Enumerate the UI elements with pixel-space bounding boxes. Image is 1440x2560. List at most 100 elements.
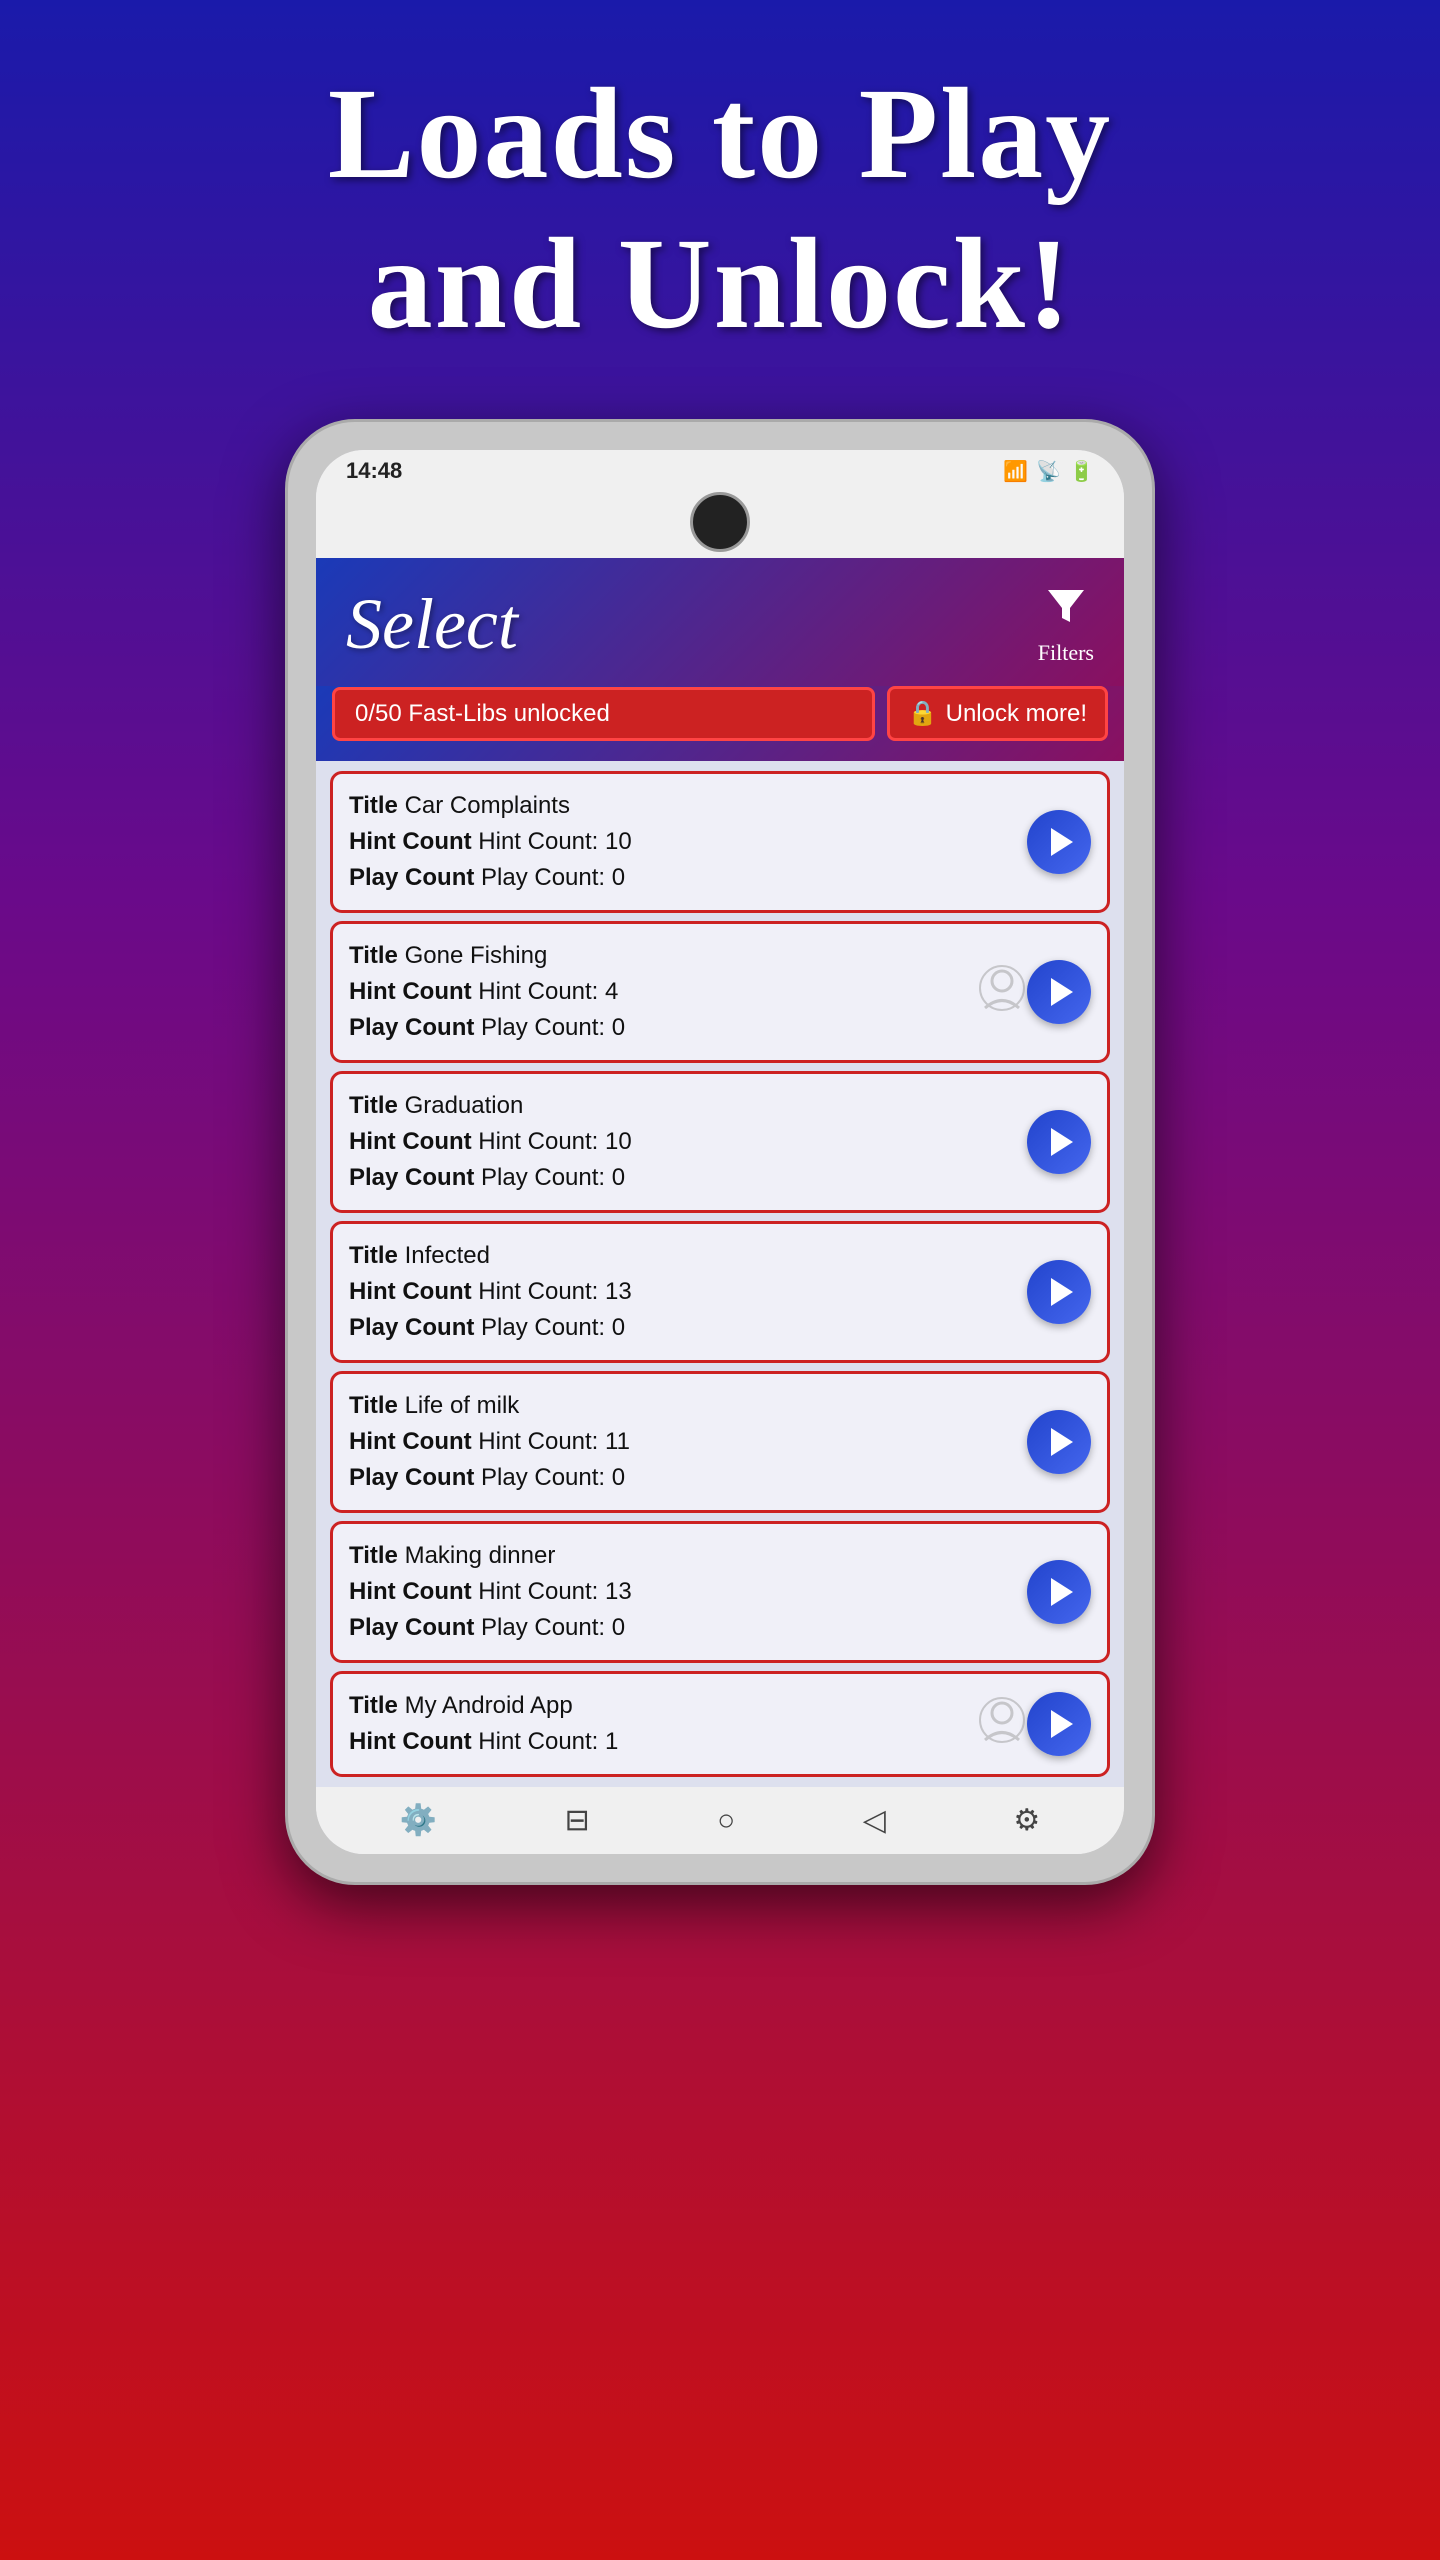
title-label: Title [349, 1692, 398, 1719]
card-title-row: Title Gone Fishing [349, 938, 1017, 974]
list-item: Title GraduationHint Count Hint Count: 1… [330, 1071, 1110, 1213]
card-title-row: Title My Android App [349, 1688, 1017, 1724]
play-button[interactable] [1027, 1410, 1091, 1474]
card-title-row: Title Graduation [349, 1088, 1017, 1124]
status-bar: 14:48 📶 📡 🔋 [316, 450, 1124, 492]
play-triangle-icon [1051, 978, 1073, 1006]
play-triangle-icon [1051, 1710, 1073, 1738]
filter-button[interactable]: Filters [1038, 582, 1094, 666]
fast-libs-badge: 0/50 Fast-Libs unlocked [332, 687, 875, 741]
signal-icon: 📡 [1036, 459, 1061, 484]
play-button[interactable] [1027, 1692, 1091, 1756]
card-hint-row: Hint Count Hint Count: 13 [349, 1574, 1017, 1610]
list-item: Title InfectedHint Count Hint Count: 13P… [330, 1221, 1110, 1363]
play-count-label: Play Count [349, 1614, 474, 1641]
hint-count-label: Hint Count [349, 828, 472, 855]
unlock-more-label: Unlock more! [946, 700, 1087, 728]
play-triangle-icon [1051, 1128, 1073, 1156]
bottom-nav: ⚙️ ⊟ ○ ◁ ⚙ [316, 1787, 1124, 1854]
headline: Loads to Play and Unlock! [268, 60, 1172, 359]
filter-icon [1044, 582, 1088, 636]
play-triangle-icon [1051, 1578, 1073, 1606]
hint-count-label: Hint Count [349, 978, 472, 1005]
nav-recents-icon[interactable]: ◁ [863, 1803, 886, 1838]
play-triangle-icon [1051, 1278, 1073, 1306]
title-label: Title [349, 942, 398, 969]
notch-bar [316, 492, 1124, 558]
card-hint-row: Hint Count Hint Count: 11 [349, 1424, 1017, 1460]
hint-count-label: Hint Count [349, 1278, 472, 1305]
play-button[interactable] [1027, 960, 1091, 1024]
title-label: Title [349, 1392, 398, 1419]
card-hint-row: Hint Count Hint Count: 10 [349, 1124, 1017, 1160]
status-time: 14:48 [346, 458, 402, 484]
camera-notch [690, 492, 750, 552]
card-play-row: Play Count Play Count: 0 [349, 1460, 1017, 1496]
play-button[interactable] [1027, 1110, 1091, 1174]
nav-menu-icon[interactable]: ⚙ [1013, 1803, 1040, 1838]
hint-count-label: Hint Count [349, 1128, 472, 1155]
card-hint-row: Hint Count Hint Count: 1 [349, 1724, 1017, 1760]
user-created-badge [977, 1695, 1027, 1753]
app-header: Select Filters [316, 558, 1124, 686]
card-info: Title Car ComplaintsHint Count Hint Coun… [349, 788, 1017, 896]
card-hint-row: Hint Count Hint Count: 4 [349, 974, 1017, 1010]
phone-mockup: 14:48 📶 📡 🔋 Select Filters [285, 419, 1155, 1885]
play-count-label: Play Count [349, 1464, 474, 1491]
card-hint-row: Hint Count Hint Count: 13 [349, 1274, 1017, 1310]
nav-settings-icon[interactable]: ⚙️ [400, 1803, 437, 1838]
title-label: Title [349, 792, 398, 819]
play-triangle-icon [1051, 828, 1073, 856]
card-play-row: Play Count Play Count: 0 [349, 860, 1017, 896]
title-label: Title [349, 1242, 398, 1269]
card-title-row: Title Infected [349, 1238, 1017, 1274]
phone-screen: 14:48 📶 📡 🔋 Select Filters [316, 450, 1124, 1854]
filter-label: Filters [1038, 640, 1094, 666]
card-play-row: Play Count Play Count: 0 [349, 1310, 1017, 1346]
play-count-label: Play Count [349, 1014, 474, 1041]
hint-count-label: Hint Count [349, 1428, 472, 1455]
hint-count-label: Hint Count [349, 1578, 472, 1605]
battery-icon: 🔋 [1069, 459, 1094, 484]
list-item: Title Life of milkHint Count Hint Count:… [330, 1371, 1110, 1513]
nav-home-icon[interactable]: ○ [717, 1804, 735, 1838]
app-title: Select [346, 583, 518, 666]
play-triangle-icon [1051, 1428, 1073, 1456]
card-info: Title GraduationHint Count Hint Count: 1… [349, 1088, 1017, 1196]
wifi-icon: 📶 [1003, 459, 1028, 484]
nav-back-icon[interactable]: ⊟ [565, 1803, 590, 1838]
card-info: Title Making dinnerHint Count Hint Count… [349, 1538, 1017, 1646]
card-title-row: Title Making dinner [349, 1538, 1017, 1574]
unlock-bar: 0/50 Fast-Libs unlocked 🔒 Unlock more! [316, 686, 1124, 761]
play-count-label: Play Count [349, 1164, 474, 1191]
card-play-row: Play Count Play Count: 0 [349, 1610, 1017, 1646]
hint-count-label: Hint Count [349, 1728, 472, 1755]
unlock-more-button[interactable]: 🔒 Unlock more! [887, 686, 1108, 741]
headline-line1: Loads to Play [328, 60, 1112, 210]
card-title-row: Title Life of milk [349, 1388, 1017, 1424]
card-info: Title Gone FishingHint Count Hint Count:… [349, 938, 1017, 1046]
title-label: Title [349, 1092, 398, 1119]
list-item: Title Making dinnerHint Count Hint Count… [330, 1521, 1110, 1663]
play-button[interactable] [1027, 1560, 1091, 1624]
lock-icon: 🔒 [908, 699, 938, 728]
card-play-row: Play Count Play Count: 0 [349, 1010, 1017, 1046]
list-item: Title My Android AppHint Count Hint Coun… [330, 1671, 1110, 1777]
card-hint-row: Hint Count Hint Count: 10 [349, 824, 1017, 860]
status-icons: 📶 📡 🔋 [1003, 459, 1094, 484]
play-count-label: Play Count [349, 1314, 474, 1341]
card-title-row: Title Car Complaints [349, 788, 1017, 824]
list-area: Title Car ComplaintsHint Count Hint Coun… [316, 761, 1124, 1787]
card-info: Title InfectedHint Count Hint Count: 13P… [349, 1238, 1017, 1346]
card-info: Title My Android AppHint Count Hint Coun… [349, 1688, 1017, 1760]
card-info: Title Life of milkHint Count Hint Count:… [349, 1388, 1017, 1496]
list-item: Title Car ComplaintsHint Count Hint Coun… [330, 771, 1110, 913]
play-button[interactable] [1027, 1260, 1091, 1324]
user-created-badge [977, 963, 1027, 1021]
headline-line2: and Unlock! [328, 210, 1112, 360]
list-item: Title Gone FishingHint Count Hint Count:… [330, 921, 1110, 1063]
title-label: Title [349, 1542, 398, 1569]
card-play-row: Play Count Play Count: 0 [349, 1160, 1017, 1196]
play-count-label: Play Count [349, 864, 474, 891]
play-button[interactable] [1027, 810, 1091, 874]
